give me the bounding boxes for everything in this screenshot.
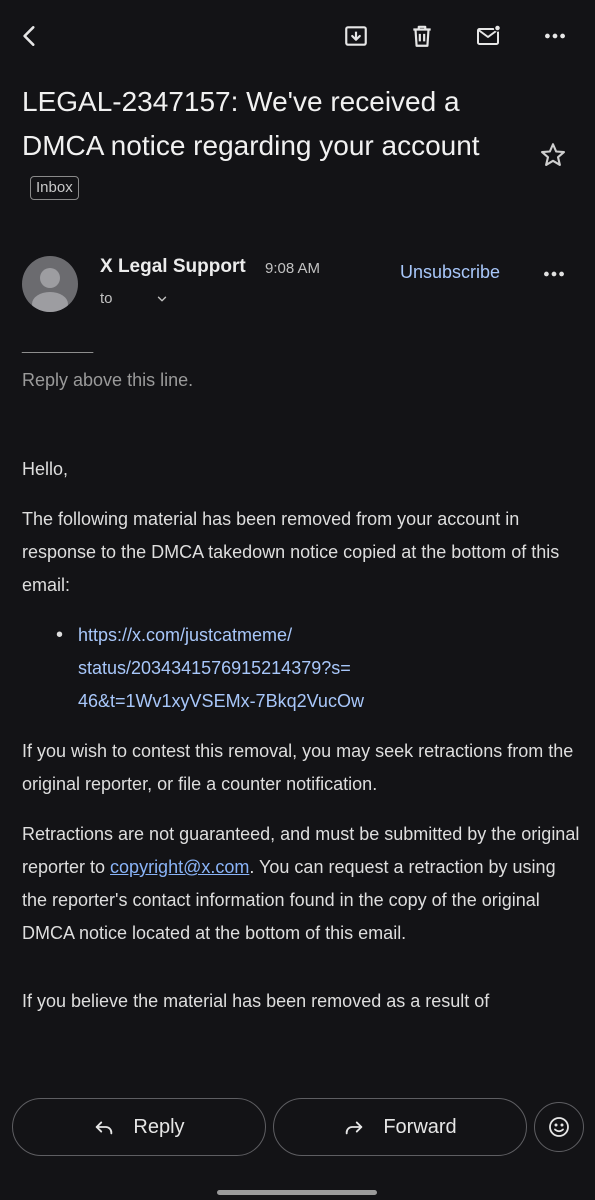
- sender-name[interactable]: X Legal Support: [100, 256, 246, 278]
- reply-icon: [96, 1121, 113, 1135]
- gesture-handle: [217, 1190, 377, 1195]
- reply-label: Reply: [133, 1115, 185, 1138]
- email-body: ________ Reply above this line. Hello, T…: [22, 336, 582, 1018]
- chevron-down-icon: [157, 296, 166, 301]
- smiley-icon: [549, 1117, 569, 1137]
- top-app-bar: [0, 0, 595, 72]
- person-icon: [32, 268, 68, 312]
- reply-hint: Reply above this line.: [22, 370, 194, 390]
- message-more-icon[interactable]: [534, 256, 574, 292]
- forward-button[interactable]: Forward: [273, 1098, 527, 1156]
- message-time: 9:08 AM: [265, 260, 321, 277]
- forward-label: Forward: [383, 1115, 457, 1138]
- email-subject: LEGAL-2347157: We've received a DMCA not…: [22, 80, 522, 212]
- link-line-2: status/2034341576915214379?s=: [78, 658, 351, 678]
- archive-icon[interactable]: [334, 14, 378, 58]
- inbox-label-chip[interactable]: Inbox: [30, 175, 79, 200]
- paragraph-removed-material: The following material has been removed …: [22, 509, 560, 595]
- paragraph-contest: If you wish to contest this removal, you…: [22, 741, 574, 794]
- copyright-email-link[interactable]: copyright@x.com: [110, 857, 249, 877]
- more-horizontal-icon[interactable]: [533, 14, 577, 58]
- bottom-action-bar: Reply Forward: [0, 1084, 595, 1200]
- star-icon[interactable]: [534, 136, 572, 174]
- reply-separator: ________: [22, 337, 94, 354]
- list-item: • https://x.com/justcatmeme/ status/2034…: [56, 619, 582, 718]
- subject-text: LEGAL-2347157: We've received a DMCA not…: [22, 86, 480, 161]
- avatar[interactable]: [22, 256, 78, 312]
- emoji-reaction-button[interactable]: [534, 1102, 584, 1152]
- link-line-1: https://x.com/justcatmeme/: [78, 625, 293, 645]
- recipient-details-toggle[interactable]: to: [100, 290, 169, 307]
- paragraph-believe: If you believe the material has been rem…: [22, 991, 490, 1011]
- paragraph-retractions: Retractions are not guaranteed, and must…: [22, 818, 582, 950]
- reply-button[interactable]: Reply: [12, 1098, 266, 1156]
- removed-content-link[interactable]: https://x.com/justcatmeme/ status/203434…: [78, 619, 364, 718]
- back-arrow-icon[interactable]: [8, 14, 52, 58]
- to-label: to: [100, 290, 113, 307]
- unsubscribe-link[interactable]: Unsubscribe: [400, 262, 500, 283]
- forward-icon: [346, 1121, 363, 1135]
- trash-icon[interactable]: [400, 14, 444, 58]
- mark-unread-icon[interactable]: [467, 14, 511, 58]
- greeting: Hello,: [22, 459, 69, 479]
- bullet-icon: •: [56, 624, 64, 646]
- link-line-3: 46&t=1Wv1xyVSEMx-7Bkq2VucOw: [78, 691, 364, 711]
